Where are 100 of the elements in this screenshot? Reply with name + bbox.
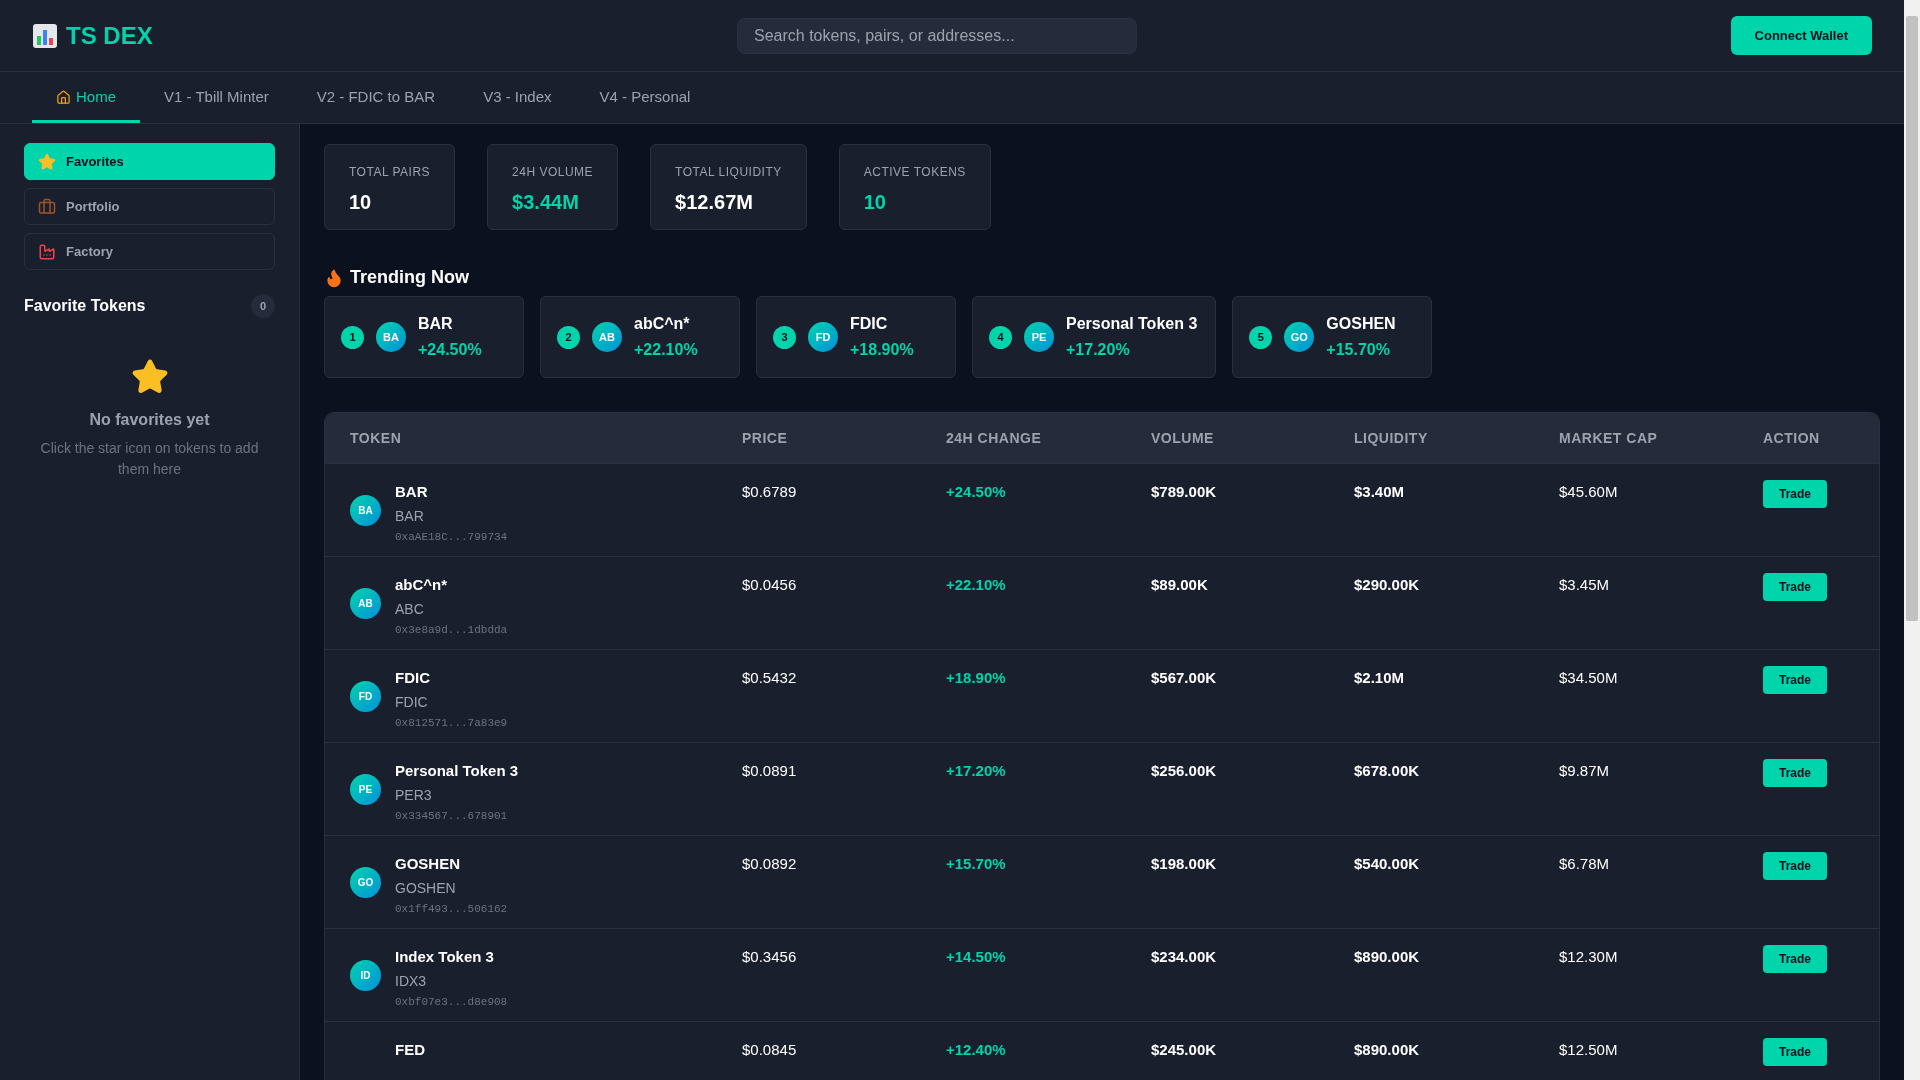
stat-label: 24H VOLUME	[512, 164, 594, 181]
token-name: GOSHEN	[1326, 314, 1396, 334]
trade-button[interactable]: Trade	[1763, 666, 1827, 694]
nav-tab[interactable]: V3 - Index	[459, 72, 576, 123]
token-change: +22.10%	[634, 340, 698, 360]
change-cell-text: +22.10%	[946, 575, 1007, 595]
nav-tab[interactable]: V2 - FDIC to BAR	[292, 72, 460, 123]
price-cell-text: $0.6789	[742, 482, 798, 502]
trending-card[interactable]: 4 PE Personal Token 3 +17.20%	[972, 296, 1217, 378]
volume-cell-text: $89.00K	[1151, 575, 1209, 595]
market-cap-cell-text: $45.60M	[1559, 482, 1619, 502]
column-header: PRICE	[742, 428, 789, 448]
rank-badge: 3	[773, 325, 796, 349]
column-header: VOLUME	[1151, 428, 1215, 448]
column-header: TOKEN	[350, 428, 403, 448]
nav-tab[interactable]: V1 - Tbill Minter	[140, 72, 293, 123]
token-avatar: BA	[350, 495, 381, 526]
bar-chart-icon	[32, 22, 58, 49]
star-icon	[130, 358, 169, 396]
token-avatar: AB	[350, 588, 381, 619]
sidebar-item[interactable]: Factory	[24, 233, 275, 270]
change-cell-text: +12.40%	[946, 1040, 1007, 1060]
price-cell-text: $0.3456	[742, 947, 798, 967]
trade-button[interactable]: Trade	[1763, 852, 1827, 880]
trending-card[interactable]: 5 GO GOSHEN +15.70%	[1232, 296, 1433, 378]
change-cell-text: +17.20%	[946, 761, 1007, 781]
stat-label: TOTAL LIQUIDITY	[675, 164, 782, 181]
scrollbar[interactable]	[1904, 0, 1920, 1080]
trending-card[interactable]: 3 FD FDIC +18.90%	[756, 296, 956, 378]
price-cell-text: $0.0845	[742, 1040, 798, 1060]
liquidity-cell-text: $678.00K	[1354, 761, 1421, 781]
liquidity-cell-text: $290.00K	[1354, 575, 1421, 595]
token-name: Index Token 3	[395, 947, 495, 967]
token-symbol: PER3	[395, 785, 433, 805]
search-field[interactable]: Search tokens, pairs, or addresses...	[737, 17, 1137, 54]
factory-icon	[38, 242, 56, 261]
token-address: 0x1ff493...506162	[395, 901, 508, 917]
token-change: +15.70%	[1326, 340, 1391, 360]
connect-wallet-button[interactable]: Connect Wallet	[1730, 16, 1872, 55]
token-avatar: FD	[808, 322, 838, 352]
token-avatar: BA	[376, 322, 406, 352]
token-avatar: PE	[1024, 322, 1054, 352]
market-cap-cell-text: $12.30M	[1559, 947, 1619, 967]
token-avatar: GO	[350, 867, 381, 898]
rank-badge: 2	[557, 325, 580, 349]
token-avatar: AB	[592, 322, 622, 352]
trade-button[interactable]: Trade	[1763, 573, 1827, 601]
trade-button[interactable]: Trade	[1763, 1038, 1827, 1066]
token-avatar: GO	[1284, 322, 1315, 352]
volume-cell-text: $789.00K	[1151, 482, 1218, 502]
trending-card[interactable]: 2 AB abC^n* +22.10%	[540, 296, 740, 378]
price-cell-text: $0.0891	[742, 761, 798, 781]
stat-value: 10	[863, 190, 887, 215]
liquidity-cell-text: $890.00K	[1354, 1040, 1421, 1060]
trade-button[interactable]: Trade	[1763, 945, 1827, 973]
volume-cell-text: $567.00K	[1151, 668, 1218, 688]
token-name: abC^n*	[395, 575, 449, 595]
token-address: 0x812571...7a83e9	[395, 715, 508, 731]
token-name: FDIC	[395, 668, 431, 688]
token-change: +18.90%	[850, 340, 914, 360]
token-change: +17.20%	[1066, 340, 1131, 360]
count-badge: 0	[251, 294, 275, 318]
liquidity-cell-text: $540.00K	[1354, 854, 1421, 874]
token-name: BAR	[418, 314, 454, 334]
sidebar-item[interactable]: Portfolio	[24, 188, 275, 225]
trending-card[interactable]: 1 BA BAR +24.50%	[324, 296, 524, 378]
home-icon	[56, 90, 71, 105]
market-cap-cell-text: $6.78M	[1559, 854, 1611, 874]
stat-value: $3.44M	[512, 190, 580, 215]
token-address: 0xbf07e3...d8e908	[395, 994, 508, 1010]
token-address: 0x3e8a9d...1dbdda	[395, 622, 508, 638]
price-cell-text: $0.0456	[742, 575, 798, 595]
scrollbar-thumb[interactable]	[1906, 16, 1918, 621]
nav-tab[interactable]: V4 - Personal	[575, 72, 715, 123]
section-title: Trending Now	[350, 266, 469, 289]
trade-button[interactable]: Trade	[1763, 759, 1827, 787]
token-name: GOSHEN	[395, 854, 461, 874]
token-avatar: PE	[350, 774, 381, 805]
sidebar-item[interactable]: Favorites	[24, 143, 275, 180]
change-cell-text: +15.70%	[946, 854, 1007, 874]
token-avatar: FD	[350, 681, 381, 712]
rank-badge: 4	[989, 325, 1012, 349]
price-cell-text: $0.0892	[742, 854, 798, 874]
flame-icon	[324, 267, 344, 288]
trade-button[interactable]: Trade	[1763, 480, 1827, 508]
token-symbol: GOSHEN	[395, 878, 457, 898]
price-cell-text: $0.5432	[742, 668, 798, 688]
liquidity-cell-text: $2.10M	[1354, 668, 1406, 688]
token-avatar: ID	[350, 960, 381, 991]
market-cap-cell-text: $9.87M	[1559, 761, 1611, 781]
market-cap-cell-text: $34.50M	[1559, 668, 1619, 688]
briefcase-icon	[38, 197, 56, 216]
stat-value: $12.67M	[675, 190, 754, 215]
column-header: MARKET CAP	[1559, 428, 1659, 448]
volume-cell-text: $234.00K	[1151, 947, 1218, 967]
change-cell-text: +24.50%	[946, 482, 1007, 502]
section-title: Favorite Tokens	[24, 296, 146, 316]
empty-title: No favorites yet	[89, 410, 210, 430]
rank-badge: 5	[1249, 325, 1273, 349]
stat-label: TOTAL PAIRS	[349, 164, 431, 181]
